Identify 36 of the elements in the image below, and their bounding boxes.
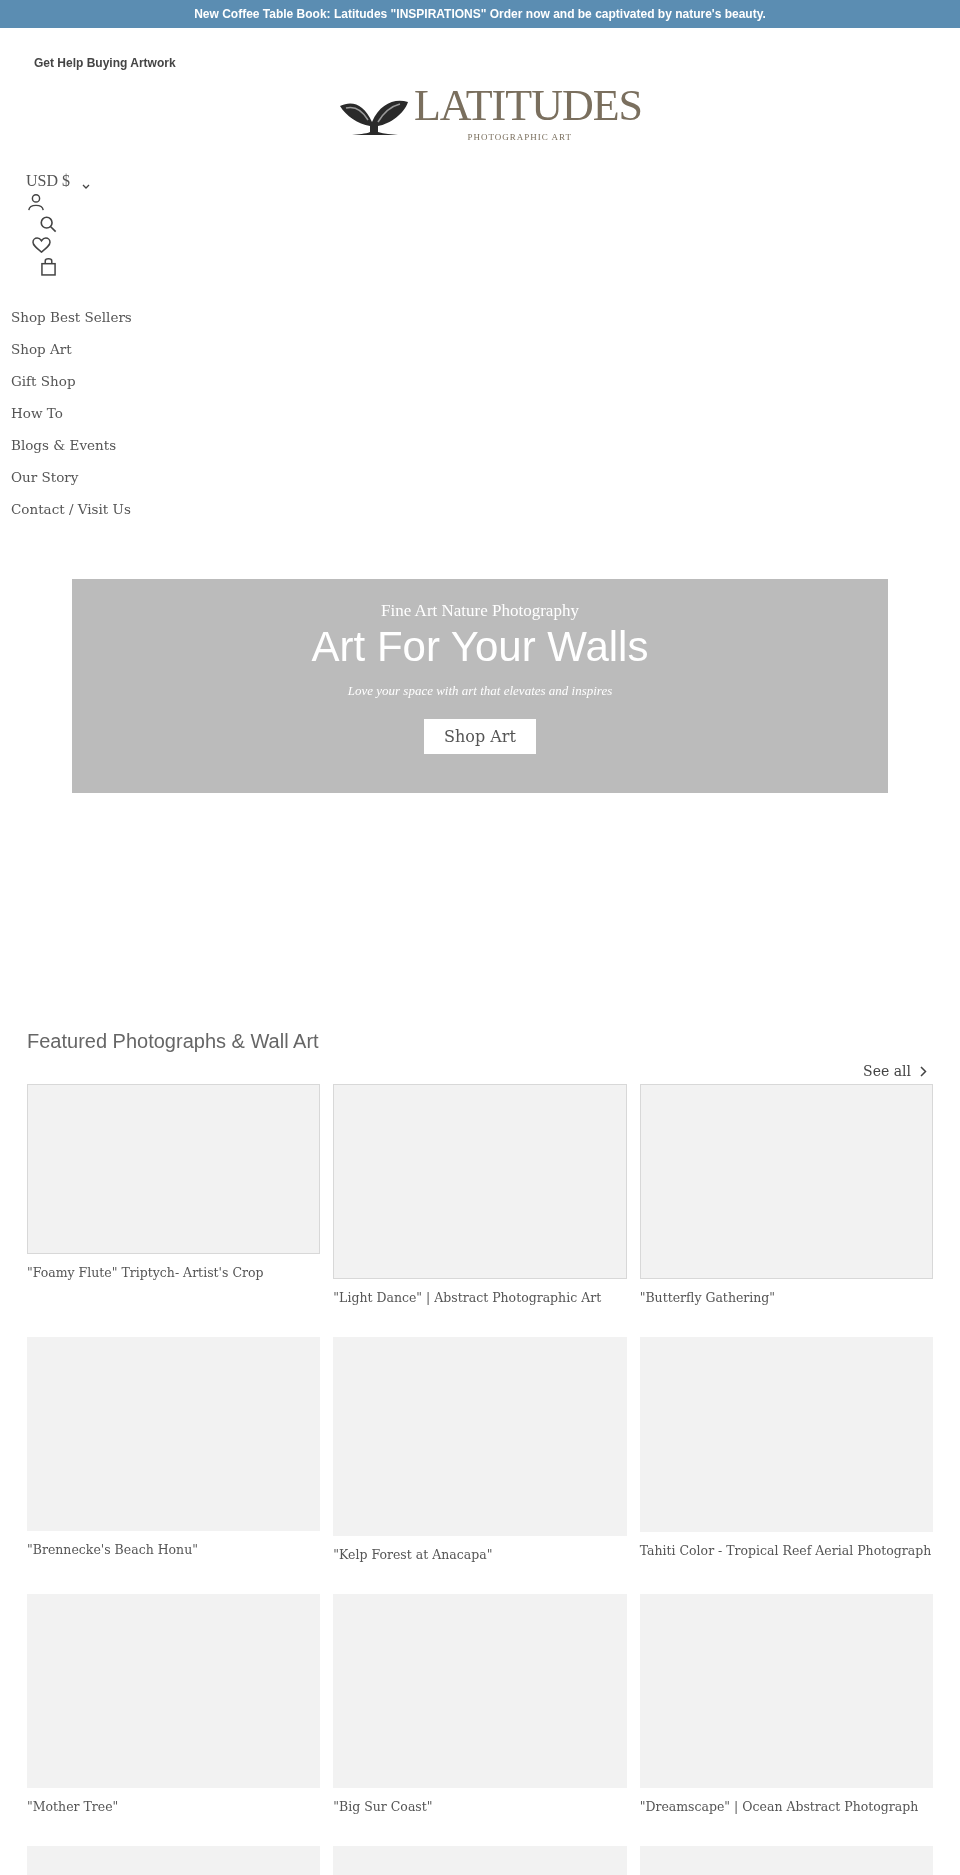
nav-link[interactable]: How To bbox=[11, 403, 63, 423]
product-image-placeholder[interactable] bbox=[639, 1084, 933, 1279]
product-title[interactable]: "Foamy Flute" Triptych- Artist's Crop bbox=[27, 1264, 321, 1282]
product-title[interactable]: Tahiti Color - Tropical Reef Aerial Photograph bbox=[639, 1542, 933, 1560]
nav-link[interactable]: Contact / Visit Us bbox=[11, 499, 131, 519]
section-title: Featured Photographs & Wall Art bbox=[27, 1030, 320, 1053]
see-all-link[interactable]: See all bbox=[863, 1063, 911, 1079]
product-image-placeholder[interactable] bbox=[27, 1084, 321, 1254]
hero-title: Art For Your Walls bbox=[311, 623, 649, 671]
shop-art-button[interactable]: Shop Art bbox=[424, 719, 536, 754]
currency-selector[interactable]: USD $ bbox=[26, 172, 70, 190]
nav-link[interactable]: Blogs & Events bbox=[11, 435, 117, 455]
wishlist-heart-icon[interactable] bbox=[32, 237, 51, 254]
chevron-right-icon[interactable] bbox=[920, 1065, 927, 1077]
chevron-down-icon[interactable] bbox=[82, 184, 90, 190]
product-title[interactable]: "Light Dance" | Abstract Photographic Art bbox=[333, 1289, 627, 1307]
nav-link[interactable]: Shop Best Sellers bbox=[11, 307, 132, 327]
hero-subtitle: Love your space with art that elevates and inspires bbox=[347, 683, 613, 699]
product-title[interactable]: "Butterfly Gathering" bbox=[639, 1289, 933, 1307]
product-title[interactable]: "Kelp Forest at Anacapa" bbox=[333, 1546, 627, 1564]
logo-name: LATITUDES bbox=[413, 84, 643, 128]
logo-tagline: PHOTOGRAPHIC ART bbox=[467, 132, 573, 142]
announcement-text[interactable]: New Coffee Table Book: Latitudes "INSPIRATIONS" Order now and be captivated by nature's beauty. bbox=[194, 7, 766, 21]
nav-link[interactable]: Gift Shop bbox=[11, 371, 76, 391]
account-icon[interactable] bbox=[27, 193, 45, 211]
product-title[interactable]: "Big Sur Coast" bbox=[333, 1798, 627, 1816]
help-link[interactable]: Get Help Buying Artwork bbox=[34, 56, 176, 70]
hero-eyebrow: Fine Art Nature Photography bbox=[381, 601, 579, 621]
product-image-placeholder[interactable] bbox=[333, 1084, 627, 1279]
product-title[interactable]: "Dreamscape" | Ocean Abstract Photograph bbox=[639, 1798, 933, 1816]
nav-link[interactable]: Our Story bbox=[11, 467, 79, 487]
search-icon[interactable] bbox=[39, 215, 57, 233]
nav-link[interactable]: Shop Art bbox=[11, 339, 72, 359]
product-title[interactable]: "Brennecke's Beach Honu" bbox=[27, 1541, 321, 1559]
product-title[interactable]: "Mother Tree" bbox=[27, 1798, 321, 1816]
shopping-bag-icon[interactable] bbox=[41, 257, 56, 276]
